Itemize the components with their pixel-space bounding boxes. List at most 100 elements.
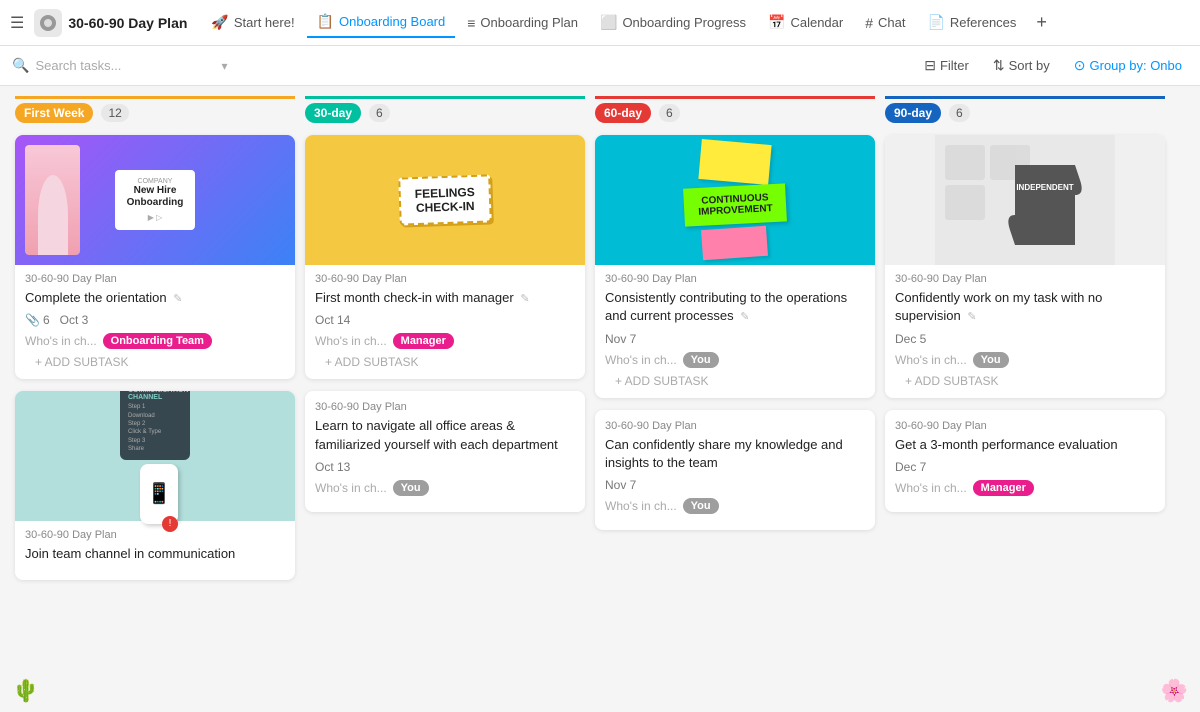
subtask-icon: 📎 bbox=[25, 313, 40, 327]
assignee-badge-onboarding-team[interactable]: Onboarding Team bbox=[103, 333, 212, 349]
filter-button[interactable]: ⊟ Filter bbox=[918, 53, 975, 78]
tab-onboarding-board[interactable]: 📋 Onboarding Board bbox=[307, 7, 456, 38]
add-subtask-confidently[interactable]: + ADD SUBTASK bbox=[895, 374, 1155, 388]
nav-more-button[interactable]: + bbox=[1028, 8, 1055, 37]
project-title: 30-60-90 Day Plan bbox=[68, 15, 187, 31]
card-body-orientation: 30-60-90 Day Plan Complete the orientati… bbox=[15, 265, 295, 369]
col-badge-30-day: 30-day bbox=[305, 103, 361, 123]
card-project-label-share: 30-60-90 Day Plan bbox=[605, 420, 865, 432]
col-badge-first-week: First Week bbox=[15, 103, 93, 123]
card-complete-orientation: COMPANY New HireOnboarding ▶ ▷ 30-60-90 … bbox=[15, 135, 295, 379]
card-project-label-navigate: 30-60-90 Day Plan bbox=[315, 401, 575, 413]
card-meta-orientation: 📎 6 Oct 3 bbox=[25, 313, 285, 327]
col-count-90-day: 6 bbox=[949, 104, 970, 122]
card-share-knowledge: 30-60-90 Day Plan Can confidently share … bbox=[595, 410, 875, 530]
add-subtask-orientation[interactable]: + ADD SUBTASK bbox=[25, 355, 285, 369]
card-title-confidently: Confidently work on my task with no supe… bbox=[895, 289, 1155, 326]
subtask-count: 📎 6 bbox=[25, 313, 50, 327]
card-navigate-office: 30-60-90 Day Plan Learn to navigate all … bbox=[305, 391, 585, 511]
card-body-navigate: 30-60-90 Day Plan Learn to navigate all … bbox=[305, 391, 585, 495]
card-image-checkin: FEELINGSCHECK-IN 🌵 🌸 bbox=[305, 135, 585, 265]
column-first-week: First Week 12 COMPANY New HireOnboarding… bbox=[10, 96, 300, 702]
chat-icon: # bbox=[865, 15, 873, 31]
card-project-label-contributing: 30-60-90 Day Plan bbox=[605, 273, 865, 285]
nav-tabs: 🚀 Start here! 📋 Onboarding Board ≡ Onboa… bbox=[201, 7, 1190, 38]
card-title-channel: Join team channel in communication bbox=[25, 545, 285, 563]
tab-chat[interactable]: # Chat bbox=[855, 9, 915, 37]
tab-start[interactable]: 🚀 Start here! bbox=[201, 8, 304, 37]
card-assignee-navigate: Who's in ch... You bbox=[315, 480, 575, 496]
assignee-badge-you-navigate[interactable]: You bbox=[393, 480, 429, 496]
svg-text:INDEPENDENT: INDEPENDENT bbox=[1016, 183, 1073, 192]
add-subtask-contributing[interactable]: + ADD SUBTASK bbox=[605, 374, 865, 388]
card-project-label-confidently: 30-60-90 Day Plan bbox=[895, 273, 1155, 285]
assignee-badge-you-share[interactable]: You bbox=[683, 498, 719, 514]
edit-icon-confidently[interactable]: ✎ bbox=[967, 311, 976, 323]
assignee-badge-you-contributing[interactable]: You bbox=[683, 352, 719, 368]
toolbar-right: ⊟ Filter ⇅ Sort by ⊙ Group by: Onbo bbox=[918, 53, 1188, 78]
card-title-checkin: First month check-in with manager ✎ bbox=[315, 289, 575, 307]
tab-calendar[interactable]: 📅 Calendar bbox=[758, 8, 853, 37]
calendar-icon: 📅 bbox=[768, 14, 785, 31]
card-image-communication: COMMUNICATION CHANNEL Step 1DownloadStep… bbox=[15, 391, 295, 521]
plan-icon: ≡ bbox=[467, 15, 475, 31]
app-icon bbox=[34, 9, 62, 37]
hamburger-menu[interactable]: ☰ bbox=[10, 13, 24, 33]
search-area: 🔍 ▾ bbox=[12, 57, 910, 74]
card-confidently-work: INDEPENDENT 30-60-90 Day Plan Confidentl… bbox=[885, 135, 1165, 398]
column-30-day: 30-day 6 FEELINGSCHECK-IN 🌵 🌸 30-60-90 D… bbox=[300, 96, 590, 702]
card-date-orientation: Oct 3 bbox=[60, 313, 89, 327]
assignee-badge-you-confidently[interactable]: You bbox=[973, 352, 1009, 368]
edit-icon-checkin[interactable]: ✎ bbox=[520, 293, 529, 305]
column-90-day: 90-day 6 INDEPENDENT bbox=[880, 96, 1170, 702]
tab-onboarding-progress[interactable]: ⬜ Onboarding Progress bbox=[590, 8, 756, 37]
card-date-checkin: Oct 14 bbox=[315, 313, 575, 327]
assignee-badge-manager[interactable]: Manager bbox=[393, 333, 454, 349]
card-project-label-checkin: 30-60-90 Day Plan bbox=[315, 273, 575, 285]
col-header-60-day: 60-day 6 bbox=[595, 96, 875, 127]
assignee-badge-manager-evaluation[interactable]: Manager bbox=[973, 480, 1034, 496]
col-header-90-day: 90-day 6 bbox=[885, 96, 1165, 127]
col-badge-90-day: 90-day bbox=[885, 103, 941, 123]
toolbar: 🔍 ▾ ⊟ Filter ⇅ Sort by ⊙ Group by: Onbo bbox=[0, 46, 1200, 86]
group-by-button[interactable]: ⊙ Group by: Onbo bbox=[1068, 53, 1188, 78]
card-assignee-orientation: Who's in ch... Onboarding Team bbox=[25, 333, 285, 349]
col-count-first-week: 12 bbox=[101, 104, 128, 122]
search-input[interactable] bbox=[35, 58, 215, 73]
card-first-month-checkin: FEELINGSCHECK-IN 🌵 🌸 30-60-90 Day Plan F… bbox=[305, 135, 585, 379]
col-count-60-day: 6 bbox=[659, 104, 680, 122]
card-title-orientation: Complete the orientation ✎ bbox=[25, 289, 285, 307]
col-badge-60-day: 60-day bbox=[595, 103, 651, 123]
card-body-share: 30-60-90 Day Plan Can confidently share … bbox=[595, 410, 875, 514]
board-icon: 📋 bbox=[317, 13, 334, 30]
col-header-30-day: 30-day 6 bbox=[305, 96, 585, 127]
card-body-checkin: 30-60-90 Day Plan First month check-in w… bbox=[305, 265, 585, 369]
card-image-continuous: CONTINUOUSIMPROVEMENT bbox=[595, 135, 875, 265]
search-chevron-icon[interactable]: ▾ bbox=[221, 59, 227, 73]
card-title-evaluation: Get a 3-month performance evaluation bbox=[895, 436, 1155, 454]
edit-icon-contributing[interactable]: ✎ bbox=[740, 311, 749, 323]
card-date-navigate: Oct 13 bbox=[315, 460, 575, 474]
filter-icon: ⊟ bbox=[924, 57, 936, 74]
search-icon: 🔍 bbox=[12, 57, 29, 74]
card-title-share: Can confidently share my knowledge and i… bbox=[605, 436, 865, 472]
tab-references[interactable]: 📄 References bbox=[917, 8, 1026, 37]
card-body-contributing: 30-60-90 Day Plan Consistently contribut… bbox=[595, 265, 875, 388]
card-assignee-contributing: Who's in ch... You bbox=[605, 352, 865, 368]
add-subtask-checkin[interactable]: + ADD SUBTASK bbox=[315, 355, 575, 369]
card-assignee-confidently: Who's in ch... You bbox=[895, 352, 1155, 368]
card-project-label: 30-60-90 Day Plan bbox=[25, 273, 285, 285]
card-date-confidently: Dec 5 bbox=[895, 332, 1155, 346]
sort-icon: ⇅ bbox=[993, 57, 1005, 74]
edit-icon-orientation[interactable]: ✎ bbox=[173, 293, 182, 305]
card-performance-evaluation: 30-60-90 Day Plan Get a 3-month performa… bbox=[885, 410, 1165, 512]
column-60-day: 60-day 6 CONTINUOUSIMPROVEMENT 30-60-90 … bbox=[590, 96, 880, 702]
sort-button[interactable]: ⇅ Sort by bbox=[987, 53, 1056, 78]
tab-onboarding-plan[interactable]: ≡ Onboarding Plan bbox=[457, 9, 588, 37]
card-assignee-checkin: Who's in ch... Manager bbox=[315, 333, 575, 349]
start-icon: 🚀 bbox=[211, 14, 228, 31]
card-join-team-channel: COMMUNICATION CHANNEL Step 1DownloadStep… bbox=[15, 391, 295, 579]
card-date-contributing: Nov 7 bbox=[605, 332, 865, 346]
card-image-onboarding: COMPANY New HireOnboarding ▶ ▷ bbox=[15, 135, 295, 265]
card-body-evaluation: 30-60-90 Day Plan Get a 3-month performa… bbox=[885, 410, 1165, 496]
